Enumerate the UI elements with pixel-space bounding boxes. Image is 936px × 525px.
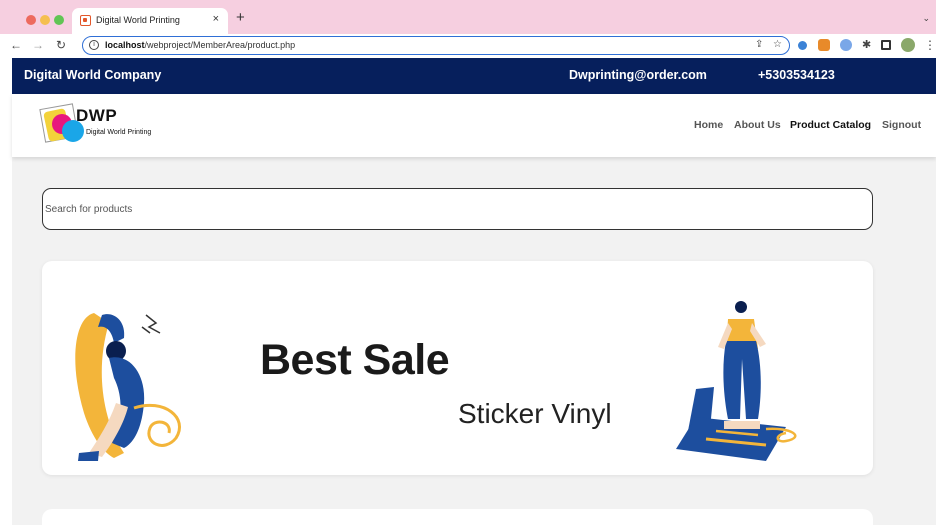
profile-avatar-icon[interactable] — [901, 38, 915, 52]
banner-title: Best Sale — [260, 336, 450, 384]
search-input[interactable] — [42, 188, 873, 230]
close-window-icon[interactable] — [26, 15, 36, 25]
puzzle-extensions-icon[interactable]: ✱ — [862, 38, 871, 52]
reload-icon[interactable]: ↻ — [56, 38, 66, 52]
extension-badge-icon[interactable] — [840, 39, 852, 51]
tab-title: Digital World Printing — [96, 15, 180, 25]
contact-email[interactable]: Dwprinting@order.com — [569, 68, 707, 82]
nav-product-catalog[interactable]: Product Catalog — [790, 119, 871, 131]
minimize-window-icon[interactable] — [40, 15, 50, 25]
new-tab-button[interactable]: + — [236, 10, 245, 25]
phone-call-illustration — [75, 313, 181, 461]
metamask-icon[interactable] — [818, 39, 830, 51]
favicon-icon — [80, 15, 91, 26]
logo-mark: DWP — [76, 106, 118, 125]
bookmark-star-icon[interactable]: ☆ — [773, 39, 782, 50]
maximize-window-icon[interactable] — [54, 15, 64, 25]
company-name: Digital World Company — [24, 68, 162, 82]
address-bar[interactable]: i localhost/webproject/MemberArea/produc… — [82, 36, 790, 55]
browser-tab[interactable]: Digital World Printing × — [72, 8, 228, 34]
site-info-icon[interactable]: i — [89, 40, 99, 50]
logo-subtitle: Digital World Printing — [86, 129, 152, 136]
banner-subtitle: Sticker Vinyl — [458, 398, 612, 429]
more-menu-icon[interactable]: ⋮ — [924, 38, 936, 52]
contact-bar: Digital World Company Dwprinting@order.c… — [12, 58, 936, 94]
share-icon[interactable]: ⇪ — [755, 39, 763, 50]
sticker-vinyl-illustration — [676, 301, 797, 461]
page-content: Best Sale Sticker Vinyl — [12, 157, 936, 525]
nav-home[interactable]: Home — [694, 119, 723, 131]
nav-signout[interactable]: Signout — [882, 119, 921, 131]
nav-about-us[interactable]: About Us — [734, 119, 781, 131]
extension-icon[interactable] — [798, 41, 807, 50]
site-logo[interactable]: DWP Digital World Printing — [39, 100, 180, 150]
side-panel-icon[interactable] — [881, 40, 891, 50]
product-card[interactable] — [42, 509, 873, 525]
site-navbar: DWP Digital World Printing Home About Us… — [12, 94, 936, 157]
tab-search-icon[interactable]: ⌄ — [922, 13, 930, 24]
forward-arrow-icon[interactable]: → — [32, 38, 44, 52]
contact-phone[interactable]: +5303534123 — [758, 68, 835, 82]
url-text: localhost/webproject/MemberArea/product.… — [105, 40, 296, 50]
sale-banner[interactable]: Best Sale Sticker Vinyl — [42, 261, 873, 475]
back-arrow-icon[interactable]: ← — [10, 38, 22, 52]
browser-tab-bar: Digital World Printing × + ⌄ — [0, 0, 936, 34]
tab-close-icon[interactable]: × — [213, 13, 219, 25]
browser-toolbar: ← → ↻ i localhost/webproject/MemberArea/… — [0, 34, 936, 58]
